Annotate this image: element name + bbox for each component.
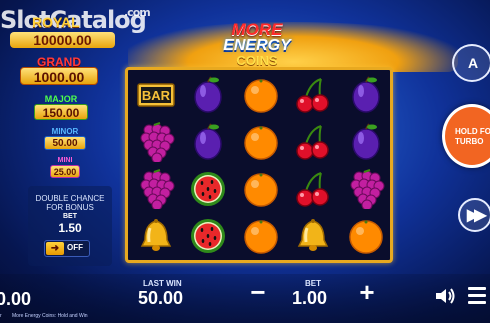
cherries-icon (296, 171, 329, 207)
reel-symbol (288, 71, 339, 118)
bell-icon (140, 218, 171, 251)
reel-symbol (340, 212, 391, 259)
jackpot-grand-value: 1000.00 (20, 67, 98, 85)
jackpot-mini-value: 25.00 (50, 165, 80, 178)
autoplay-button[interactable]: A (452, 44, 490, 82)
grapes-icon (140, 168, 174, 209)
reel-symbol (340, 165, 391, 212)
bet-value: 1.00 (292, 288, 328, 308)
watermark-tld: .com (124, 6, 151, 19)
cherries-icon (296, 124, 329, 160)
jackpot-minor-value: 50.00 (44, 136, 86, 150)
spin-button-label: HOLD FOR TURBO (455, 127, 490, 146)
reel-2 (183, 70, 234, 260)
jackpot-grand: GRAND 1000.00 (20, 55, 98, 85)
reel-symbol (235, 165, 286, 212)
last-win-value: 50.00 (138, 288, 184, 308)
double-chance-title-line1: DOUBLE CHANCE (35, 194, 105, 203)
reel-symbol (288, 118, 339, 165)
jackpot-minor-label: MINOR (51, 127, 79, 136)
reel-4 (288, 70, 339, 260)
game-name-footer: More Energy Coins: Hold and Win (12, 313, 88, 319)
reel-symbol (130, 165, 181, 212)
jackpot-royal-value: 10000.00 (10, 32, 115, 48)
reel-3 (235, 70, 286, 260)
reel-symbol (183, 165, 234, 212)
logo-line-coins: COINS (236, 53, 278, 68)
bell-icon (297, 218, 329, 251)
orange-icon (243, 219, 278, 254)
reel-symbol (235, 118, 286, 165)
fast-forward-icon: ▶▶ (467, 207, 486, 224)
jackpot-major-value: 150.00 (34, 104, 88, 120)
double-chance-panel: DOUBLE CHANCE FOR BONUS BET 1.50 ➜ OFF (28, 186, 112, 266)
reel-symbol (340, 71, 391, 118)
arrow-right-icon: ➜ (46, 242, 64, 255)
reel-1: BAR (130, 70, 181, 260)
fast-forward-button[interactable]: ▶▶ (458, 198, 490, 232)
jackpot-mini-label: MINI (57, 157, 73, 164)
jackpot-minor: MINOR 50.00 (44, 127, 86, 151)
bar-symbol-label: BAR (141, 88, 170, 103)
reel-symbol (183, 118, 234, 165)
plum-icon (194, 122, 222, 160)
hamburger-icon (466, 287, 488, 304)
reel-symbol (183, 212, 234, 259)
double-chance-bet-value: 1.50 (58, 221, 82, 235)
watermelon-icon (191, 171, 225, 206)
game-logo: MORE ENERGY COINS (208, 18, 306, 72)
double-chance-toggle[interactable]: ➜ OFF (44, 240, 90, 257)
jackpot-royal-label: ROYAL (32, 14, 80, 30)
double-chance-bet-label: BET (63, 213, 77, 220)
speaker-icon (436, 288, 455, 304)
orange-icon (348, 219, 383, 254)
reel-symbol (235, 71, 286, 118)
jackpot-royal: ROYAL 10000.00 (10, 14, 115, 48)
double-chance-title-line2: FOR BONUS (46, 203, 94, 212)
autoplay-icon: A (468, 55, 479, 71)
last-win-label: LAST WIN (143, 279, 182, 288)
jackpot-major: MAJOR 150.00 (34, 94, 88, 120)
reel-grid: BAR (125, 67, 393, 263)
plum-icon (351, 122, 380, 160)
reel-symbol: BAR (130, 71, 181, 118)
reel-symbol (130, 212, 181, 259)
double-chance-toggle-label: OFF (67, 243, 83, 252)
bet-label: BET (305, 279, 321, 288)
orange-icon (243, 125, 278, 160)
sound-button[interactable] (434, 287, 456, 305)
grapes-icon (350, 168, 384, 209)
cherries-icon (296, 77, 329, 113)
jackpot-mini: MINI 25.00 (50, 157, 80, 179)
clock-text: r (0, 313, 2, 319)
reel-5 (340, 70, 391, 260)
jackpot-major-label: MAJOR (44, 94, 78, 104)
balance-value: 0.00 (0, 289, 32, 309)
reel-symbol (183, 71, 234, 118)
reel-symbol (340, 118, 391, 165)
bet-decrease-button[interactable]: − (245, 279, 271, 305)
orange-icon (243, 78, 278, 113)
reel-symbol (235, 212, 286, 259)
menu-button[interactable] (466, 287, 488, 305)
grapes-icon (140, 121, 174, 162)
watermelon-icon (191, 218, 225, 253)
reel-symbol (288, 165, 339, 212)
spin-button[interactable]: HOLD FOR TURBO (442, 104, 490, 168)
reel-symbol (288, 212, 339, 259)
bar-icon: BAR (136, 82, 175, 107)
plum-icon (194, 75, 222, 113)
orange-icon (243, 172, 278, 207)
bet-increase-button[interactable]: + (354, 279, 380, 305)
double-chance-title: DOUBLE CHANCE FOR BONUS (28, 194, 112, 212)
reel-symbol (130, 118, 181, 165)
plum-icon (351, 75, 380, 113)
